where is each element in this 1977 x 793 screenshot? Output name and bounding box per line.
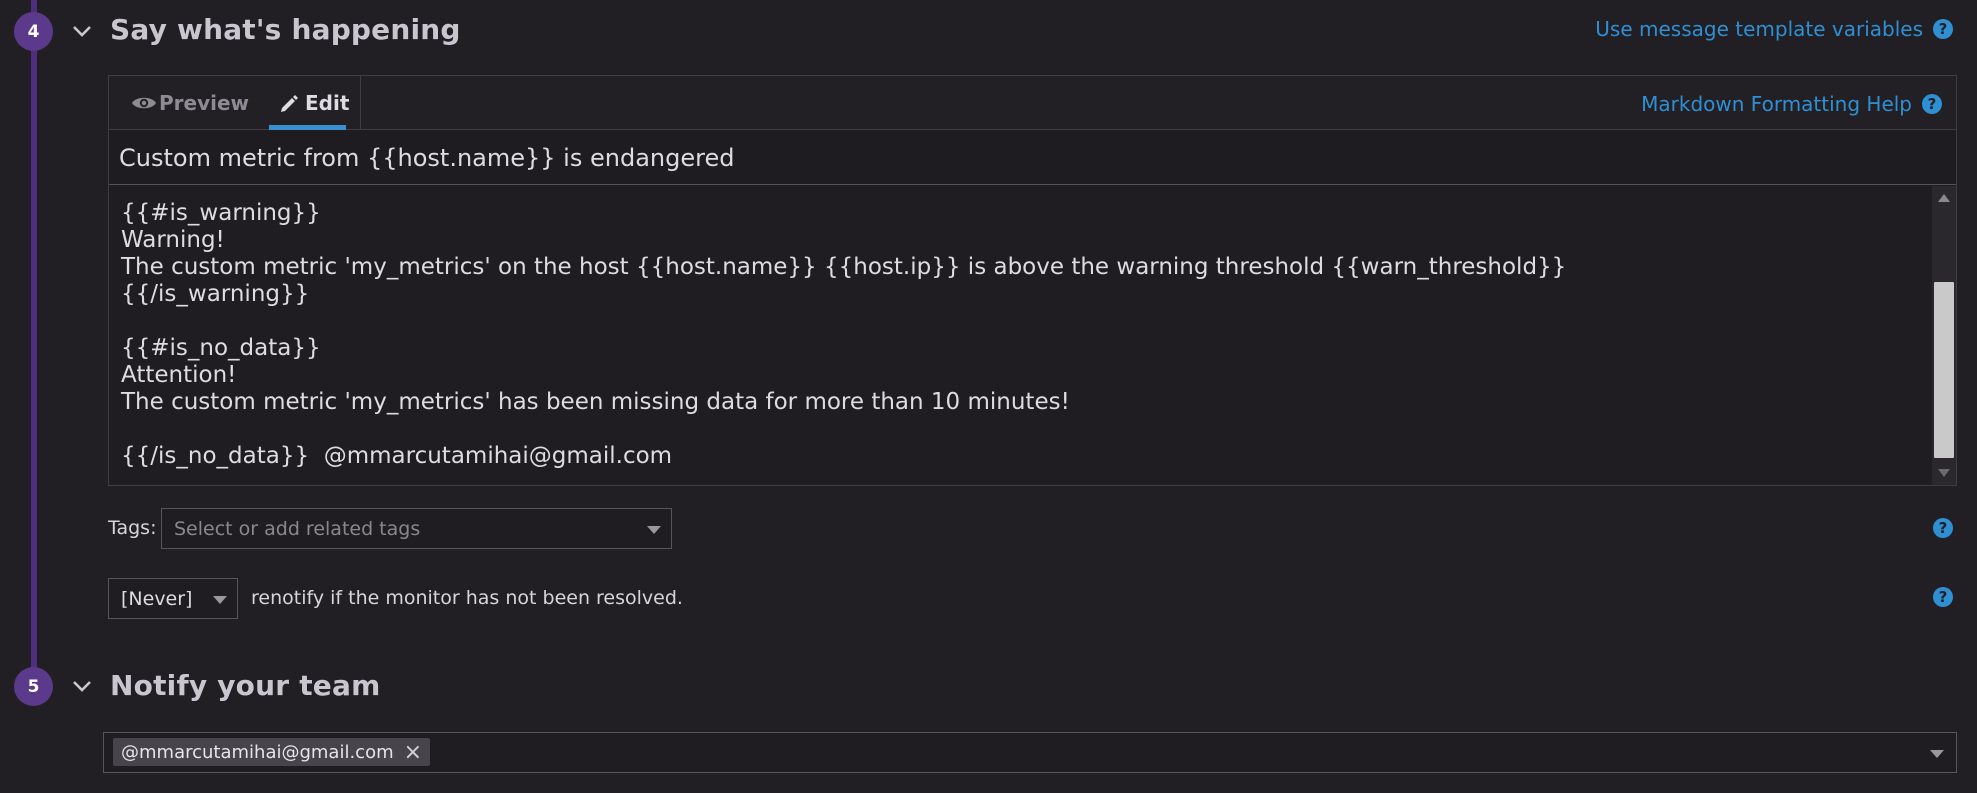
scroll-thumb[interactable]: [1934, 282, 1954, 458]
textarea-scrollbar[interactable]: [1932, 186, 1956, 485]
remove-recipient-icon[interactable]: ×: [404, 740, 422, 765]
renotify-text: renotify if the monitor has not been res…: [251, 587, 683, 609]
subject-input[interactable]: [119, 130, 1939, 185]
help-icon[interactable]: ?: [1933, 19, 1953, 39]
help-icon[interactable]: ?: [1922, 94, 1942, 114]
template-variables-link[interactable]: Use message template variables: [1595, 17, 1923, 41]
body-line: {{/is_warning}}: [121, 281, 310, 307]
markdown-help-link[interactable]: Markdown Formatting Help: [1641, 92, 1912, 116]
timeline-line: [31, 0, 37, 690]
chevron-down-icon[interactable]: [70, 674, 94, 698]
chevron-down-icon[interactable]: [70, 19, 94, 43]
tab-preview-label: Preview: [159, 91, 250, 115]
body-line: [121, 416, 1920, 443]
recipient-chip: @mmarcutamihai@gmail.com ×: [113, 738, 431, 766]
scroll-down-arrow[interactable]: [1938, 469, 1950, 477]
body-line: [121, 308, 1920, 335]
message-editor: Preview Edit Markdown Formatting Help ? …: [108, 75, 1957, 486]
editor-tab-bar: Preview Edit Markdown Formatting Help ?: [109, 76, 1956, 130]
tags-select[interactable]: Select or add related tags: [161, 508, 672, 549]
tags-label: Tags:: [108, 517, 157, 539]
step-5-number: 5: [14, 667, 53, 706]
tab-edit[interactable]: Edit: [279, 76, 349, 130]
step-5-title: Notify your team: [110, 669, 381, 702]
caret-down-icon: [1930, 750, 1944, 758]
template-variables-link-group[interactable]: Use message template variables ?: [1595, 17, 1953, 41]
renotify-select[interactable]: [Never]: [108, 578, 238, 619]
eye-icon: [132, 97, 156, 109]
markdown-help-group[interactable]: Markdown Formatting Help ?: [1641, 92, 1942, 116]
renotify-selected: [Never]: [121, 587, 193, 610]
tab-divider: [360, 76, 361, 130]
scroll-up-arrow[interactable]: [1938, 194, 1950, 202]
renotify-help-icon[interactable]: ?: [1933, 587, 1953, 607]
step-4-title: Say what's happening: [110, 13, 461, 46]
caret-down-icon: [647, 526, 661, 534]
body-line: The custom metric 'my_metrics' has been …: [121, 389, 1070, 415]
step-4-number: 4: [14, 12, 53, 51]
body-line: Warning!: [121, 227, 225, 253]
tab-edit-label: Edit: [305, 91, 350, 115]
monitor-form: 4 Say what's happening Use message templ…: [0, 0, 1977, 793]
tab-preview[interactable]: Preview: [131, 76, 249, 130]
subject-row: [109, 130, 1956, 185]
recipient-email: @mmarcutamihai@gmail.com: [121, 741, 394, 763]
body-line: {{#is_warning}}: [121, 200, 321, 226]
caret-down-icon: [213, 596, 227, 604]
pencil-icon: [281, 95, 298, 112]
body-line: {{#is_no_data}}: [121, 335, 321, 361]
tags-placeholder: Select or add related tags: [174, 517, 421, 540]
body-line: {{/is_no_data}} @mmarcutamihai@gmail.com: [121, 443, 673, 469]
body-line: Attention!: [121, 362, 237, 388]
message-body-textarea[interactable]: {{#is_warning}} Warning! The custom metr…: [109, 186, 1932, 485]
tags-help-icon[interactable]: ?: [1933, 518, 1953, 538]
body-line: The custom metric 'my_metrics' on the ho…: [121, 254, 1567, 280]
